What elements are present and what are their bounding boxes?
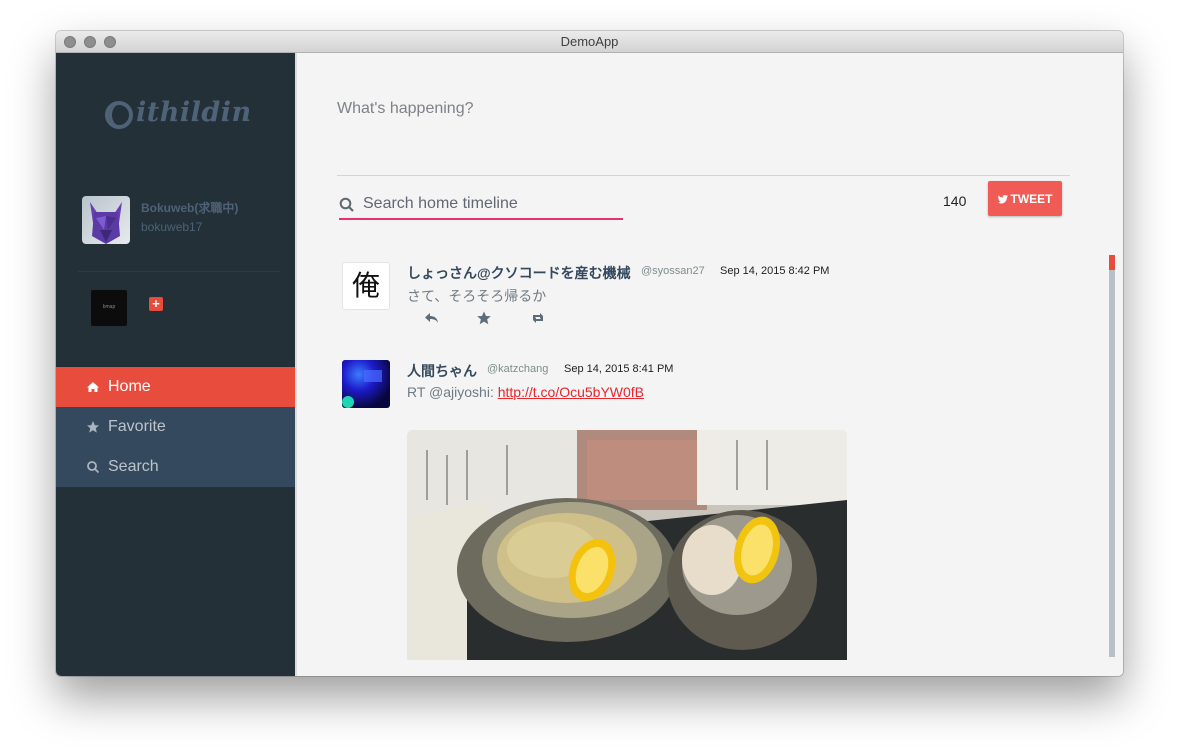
tweet-avatar[interactable]: 俺 bbox=[342, 262, 390, 310]
tweet-link[interactable]: http://t.co/Ocu5bYW0fB bbox=[498, 384, 644, 400]
timeline-search bbox=[339, 193, 623, 220]
sidebar-item-search[interactable]: Search bbox=[56, 447, 295, 487]
account-thumbnail-label: bmap bbox=[102, 304, 116, 310]
tweet-button-label: TWEET bbox=[1010, 191, 1053, 206]
user-name: Bokuweb(求職中) bbox=[141, 201, 239, 215]
tweet-button[interactable]: TWEET bbox=[988, 181, 1062, 216]
avatar-photo-icon bbox=[342, 370, 382, 408]
search-input[interactable] bbox=[363, 195, 613, 213]
tweet-text: さて、そろそろ帰るか bbox=[407, 288, 547, 304]
favorite-star-icon[interactable] bbox=[476, 310, 492, 326]
sidebar-item-label: Search bbox=[108, 458, 159, 475]
twitter-bird-icon bbox=[997, 194, 1008, 203]
char-count: 140 bbox=[943, 193, 967, 209]
title-bar: DemoApp bbox=[56, 31, 1123, 53]
sidebar-item-label: Home bbox=[108, 378, 151, 395]
tweet-timestamp[interactable]: Sep 14, 2015 8:42 PM bbox=[720, 265, 829, 277]
sidebar-item-favorite[interactable]: Favorite bbox=[56, 407, 295, 447]
tweet-text-prefix: RT @ajiyoshi: bbox=[407, 384, 498, 400]
tweet-author-handle[interactable]: @katzchang bbox=[487, 363, 548, 375]
tweet-author-handle[interactable]: @syossan27 bbox=[641, 265, 705, 277]
tweet-text: RT @ajiyoshi: http://t.co/Ocu5bYW0fB bbox=[407, 384, 644, 400]
tweet-avatar[interactable] bbox=[342, 360, 390, 408]
search-icon bbox=[87, 461, 100, 474]
devil-avatar-icon bbox=[90, 202, 122, 244]
sidebar-divider bbox=[78, 271, 280, 272]
timeline-scrollbar-thumb[interactable] bbox=[1109, 255, 1115, 270]
tweet-item: 俺 しょっさん@クソコードを産む機械 @syossan27 Sep 14, 20… bbox=[337, 262, 1037, 342]
app-window: DemoApp ithildin Bokuweb(求職中) bokuweb17 … bbox=[56, 31, 1123, 676]
main-panel: What's happening? 140 TWEET 俺 しょっさん@クソコー… bbox=[295, 53, 1123, 676]
timeline-scrollbar[interactable] bbox=[1109, 255, 1115, 657]
tweet-author-name[interactable]: 人間ちゃん bbox=[407, 361, 477, 381]
logo-text: ithildin bbox=[136, 97, 252, 128]
sidebar-item-home[interactable]: Home bbox=[56, 367, 295, 407]
sidebar: ithildin Bokuweb(求職中) bokuweb17 bmap + H… bbox=[56, 53, 295, 676]
search-icon bbox=[339, 197, 354, 212]
tweet-media-image[interactable] bbox=[407, 430, 847, 660]
account-thumbnail[interactable]: bmap bbox=[91, 290, 127, 326]
tweet-timestamp[interactable]: Sep 14, 2015 8:41 PM bbox=[564, 363, 673, 375]
add-account-button[interactable]: + bbox=[149, 297, 163, 311]
sidebar-nav: Home Favorite Search bbox=[56, 367, 295, 487]
home-icon bbox=[87, 382, 99, 392]
user-avatar[interactable] bbox=[82, 196, 130, 244]
compose-input[interactable]: What's happening? bbox=[337, 100, 473, 118]
avatar-glyph: 俺 bbox=[351, 270, 380, 301]
tweet-item: 人間ちゃん @katzchang Sep 14, 2015 8:41 PM RT… bbox=[337, 360, 1037, 670]
oyster-photo bbox=[407, 430, 847, 660]
window-title: DemoApp bbox=[560, 34, 619, 49]
compose-divider bbox=[337, 175, 1070, 176]
user-handle: bokuweb17 bbox=[141, 220, 203, 234]
tweet-author-name[interactable]: しょっさん@クソコードを産む機械 bbox=[407, 263, 631, 283]
moon-logo-icon bbox=[105, 101, 133, 129]
retweet-icon[interactable] bbox=[530, 310, 546, 326]
sidebar-item-label: Favorite bbox=[108, 418, 166, 435]
star-icon bbox=[87, 421, 99, 433]
reply-icon[interactable] bbox=[424, 310, 440, 326]
